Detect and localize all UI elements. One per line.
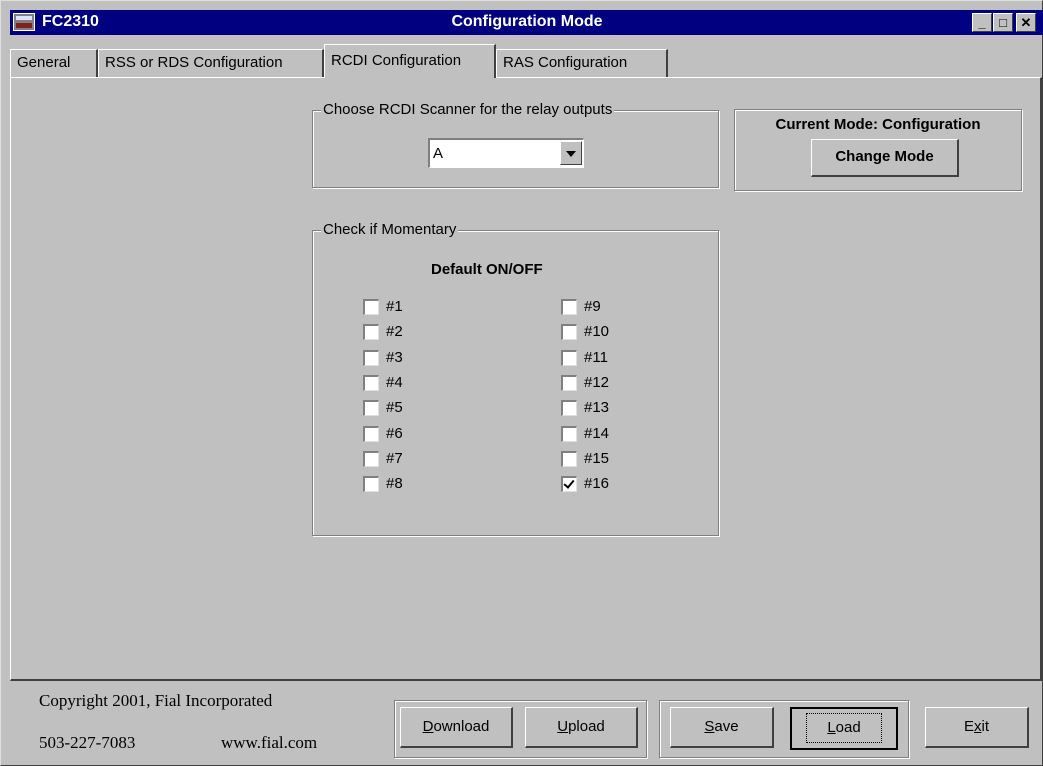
- momentary-checkbox-label: #14: [584, 424, 610, 442]
- momentary-checkbox-label: #2: [386, 323, 403, 341]
- current-mode-label: Current Mode: Configuration: [775, 116, 981, 133]
- tab-ras-configuration[interactable]: RAS Configuration: [496, 49, 668, 77]
- momentary-checkbox-label: #13: [584, 399, 610, 417]
- momentary-group-label: Check if Momentary: [321, 221, 459, 238]
- window-title: Configuration Mode: [451, 13, 603, 30]
- exit-button[interactable]: Exit: [925, 707, 1029, 748]
- upload-button[interactable]: Upload: [525, 707, 638, 748]
- load-button[interactable]: Load: [790, 707, 898, 750]
- momentary-checkbox-label: #7: [386, 449, 403, 467]
- maximize-button[interactable]: □: [993, 13, 1013, 32]
- default-on-off-heading: Default ON/OFF: [431, 261, 543, 278]
- tab-strip: General RSS or RDS Configuration RCDI Co…: [10, 44, 1043, 78]
- download-mnemonic: D: [422, 718, 434, 735]
- tab-general[interactable]: General: [10, 49, 98, 77]
- upload-mnemonic: U: [557, 718, 569, 735]
- momentary-checkbox[interactable]: [363, 476, 379, 493]
- momentary-checkbox[interactable]: [363, 349, 379, 366]
- momentary-checkbox[interactable]: [363, 425, 379, 442]
- phone-text: 503-227-7083: [39, 733, 136, 752]
- change-mode-label: Change Mode: [835, 148, 934, 165]
- exit-label-end: it: [981, 718, 990, 735]
- scanner-group: Choose RCDI Scanner for the relay output…: [312, 101, 719, 188]
- momentary-checkbox[interactable]: [561, 324, 577, 341]
- momentary-checkbox[interactable]: [561, 425, 577, 442]
- tab-rss-rds-configuration[interactable]: RSS or RDS Configuration: [98, 49, 324, 77]
- tab-label: RSS or RDS Configuration: [105, 54, 283, 71]
- save-button[interactable]: Save: [670, 707, 774, 748]
- chevron-down-icon[interactable]: [560, 141, 582, 165]
- load-focus-rect: Load: [806, 713, 882, 743]
- momentary-checkbox[interactable]: [561, 299, 577, 315]
- momentary-checkbox[interactable]: [561, 349, 577, 366]
- app-window: FC2310 Configuration Mode _ □ ✕ General …: [0, 0, 1043, 766]
- momentary-checkbox-label: #9: [584, 298, 601, 315]
- transfer-button-group: Download Upload: [394, 700, 647, 758]
- close-button[interactable]: ✕: [1016, 13, 1036, 32]
- momentary-checkbox-label: #6: [386, 424, 403, 442]
- upload-label: pload: [568, 718, 605, 735]
- save-label: ave: [714, 718, 739, 735]
- website-link[interactable]: www.fial.com: [221, 733, 317, 753]
- load-label: oad: [835, 719, 861, 736]
- minimize-icon: _: [978, 15, 986, 30]
- save-mnemonic: S: [704, 718, 715, 735]
- file-button-group: Save Load: [659, 700, 909, 758]
- momentary-checkbox-label: #1: [386, 298, 403, 315]
- load-mnemonic: L: [827, 719, 836, 736]
- exit-mnemonic: x: [974, 718, 982, 735]
- download-button[interactable]: Download: [400, 707, 513, 748]
- momentary-checkbox-label: #8: [386, 475, 403, 493]
- tab-rcdi-configuration[interactable]: RCDI Configuration: [324, 44, 496, 78]
- momentary-group: Check if Momentary Default ON/OFF #1 #2 #3…: [312, 221, 719, 536]
- maximize-icon: □: [999, 15, 1007, 30]
- momentary-checkbox[interactable]: [363, 299, 379, 315]
- title-bar[interactable]: FC2310 Configuration Mode _ □ ✕: [10, 10, 1043, 35]
- tab-label: RAS Configuration: [503, 54, 628, 71]
- tab-label: General: [17, 54, 71, 71]
- momentary-checkbox[interactable]: [561, 400, 577, 417]
- momentary-checkbox-label: #11: [584, 348, 608, 366]
- download-label: ownload: [433, 718, 490, 735]
- momentary-checkbox-label: #4: [386, 373, 403, 391]
- mode-group: Current Mode: Configuration Change Mode: [734, 109, 1022, 191]
- momentary-checkbox[interactable]: [363, 324, 379, 341]
- close-icon: ✕: [1020, 15, 1032, 30]
- momentary-checkbox[interactable]: [363, 450, 379, 467]
- momentary-checkbox[interactable]: [561, 374, 577, 391]
- momentary-checkbox-label: #5: [386, 399, 403, 417]
- exit-label-start: E: [963, 718, 974, 735]
- scanner-select-value: A: [433, 145, 444, 162]
- momentary-checkbox[interactable]: [363, 400, 379, 417]
- scanner-select[interactable]: A: [428, 138, 584, 168]
- momentary-checkbox-label: #10: [584, 323, 610, 341]
- tab-label: RCDI Configuration: [331, 52, 462, 69]
- momentary-checkbox-label: #12: [584, 373, 610, 391]
- change-mode-button[interactable]: Change Mode: [811, 139, 959, 177]
- momentary-checkbox[interactable]: [363, 374, 379, 391]
- momentary-checkbox[interactable]: [561, 476, 577, 493]
- momentary-checkbox[interactable]: [561, 450, 577, 467]
- momentary-checkbox-label: #15: [584, 449, 610, 467]
- copyright-text: Copyright 2001, Fial Incorporated: [39, 691, 273, 710]
- momentary-checkbox-label: #3: [386, 348, 403, 366]
- minimize-button[interactable]: _: [972, 13, 992, 32]
- scanner-group-label: Choose RCDI Scanner for the relay output…: [321, 101, 615, 118]
- momentary-checkbox-label: #16: [584, 475, 610, 493]
